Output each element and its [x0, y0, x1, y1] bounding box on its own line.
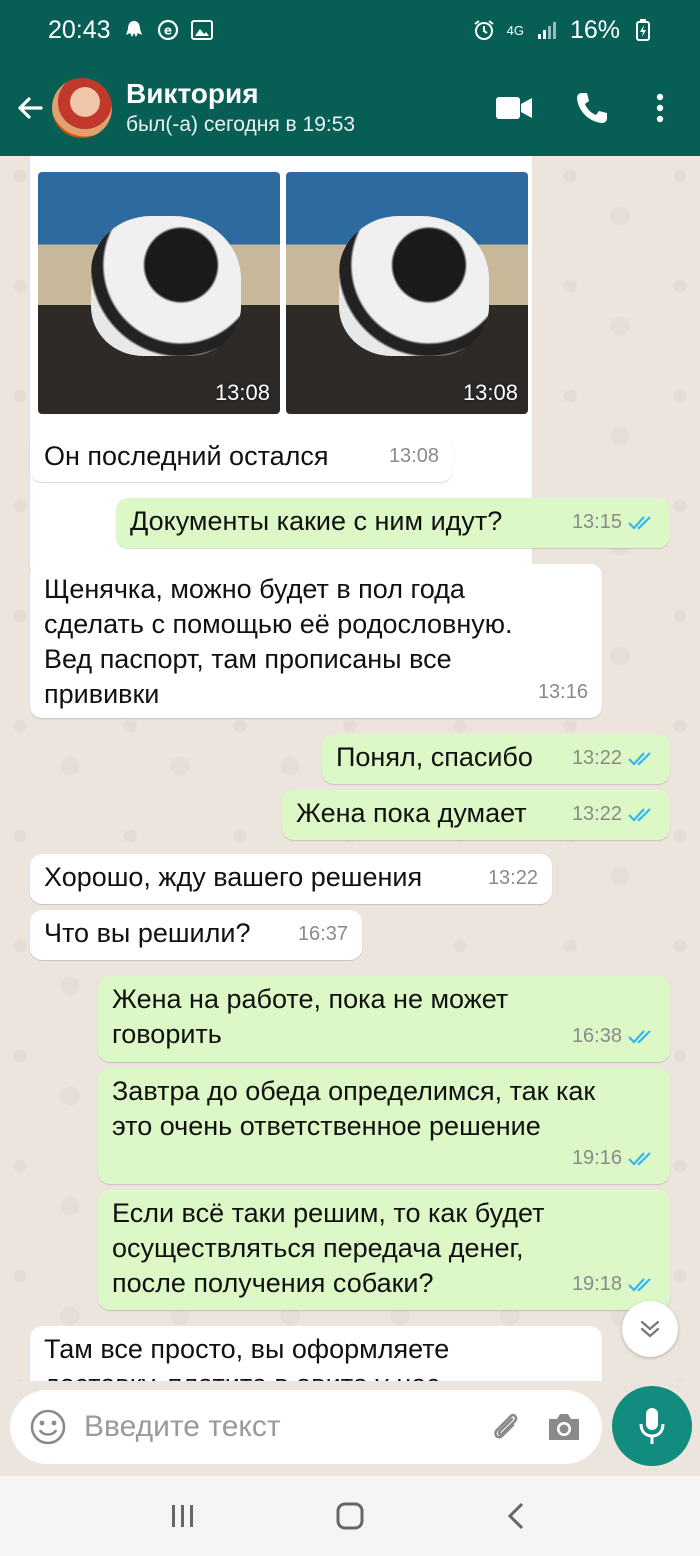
contact-name: Виктория	[126, 78, 259, 109]
message-text: Он последний остался	[44, 441, 329, 471]
double-check-icon	[628, 807, 656, 823]
scroll-to-bottom-button[interactable]	[622, 1301, 678, 1357]
message-meta: 13:16	[538, 675, 588, 710]
system-navigation-bar	[0, 1476, 700, 1556]
puppy-image	[339, 215, 490, 356]
microphone-icon	[639, 1408, 665, 1444]
chevron-left-icon	[507, 1502, 523, 1530]
avatar[interactable]	[52, 78, 112, 138]
message-time: 13:22	[571, 803, 622, 825]
message-time: 13:08	[388, 445, 439, 467]
home-button[interactable]	[320, 1486, 380, 1546]
battery-level: 16%	[569, 15, 620, 44]
message-composer	[10, 1390, 602, 1464]
more-options-button[interactable]	[650, 88, 670, 128]
network-type: 4G	[506, 22, 524, 38]
voice-message-button[interactable]	[612, 1386, 692, 1466]
message-time: 16:37	[297, 923, 348, 945]
photo-thumbnail[interactable]: 13:08	[286, 172, 528, 414]
attach-button[interactable]	[486, 1407, 526, 1447]
message-outgoing[interactable]: Документы какие с ним идут? 13:15	[116, 498, 670, 548]
recent-apps-button[interactable]	[153, 1486, 213, 1546]
contact-info[interactable]: Виктория был(-а) сегодня в 19:53	[126, 77, 494, 139]
status-bar: 20:43 e 4G 16%	[0, 0, 700, 60]
message-time: 13:22	[571, 747, 622, 769]
message-text: Что вы решили?	[44, 918, 251, 948]
message-meta: 16:38	[572, 1019, 656, 1054]
message-time: 19:16	[571, 1147, 622, 1169]
signal-icon	[536, 19, 558, 41]
message-incoming[interactable]: Что вы решили? 16:37	[30, 910, 362, 960]
message-incoming[interactable]: Хорошо, жду вашего решения 13:22	[30, 854, 552, 904]
message-incoming[interactable]: Там все просто, вы оформляете доставку, …	[30, 1326, 602, 1381]
back-nav-button[interactable]	[487, 1486, 547, 1546]
message-outgoing[interactable]: Жена на работе, пока не может говорить 1…	[98, 976, 670, 1062]
e-notification-icon: e	[157, 19, 179, 41]
message-time: 16:38	[571, 1025, 622, 1047]
message-text: Завтра до обеда определимся, так как это…	[112, 1076, 596, 1141]
back-button[interactable]	[8, 86, 52, 130]
dots-vertical-icon	[656, 93, 664, 123]
message-input[interactable]	[84, 1410, 486, 1444]
message-outgoing[interactable]: Если всё таки решим, то как будет осущес…	[98, 1190, 670, 1310]
paperclip-icon	[494, 1413, 518, 1439]
last-seen-status: был(-а) сегодня в 19:53	[126, 113, 356, 136]
photo-time: 13:08	[462, 380, 518, 405]
voice-call-button[interactable]	[572, 88, 612, 128]
message-time: 13:16	[537, 681, 588, 703]
message-text: Щенячка, можно будет в пол года сделать …	[44, 574, 513, 709]
message-incoming[interactable]: Щенячка, можно будет в пол года сделать …	[30, 564, 602, 718]
message-meta: 13:15	[572, 505, 656, 540]
double-check-icon	[628, 1277, 656, 1293]
emoji-button[interactable]	[28, 1407, 68, 1447]
battery-charging-icon	[632, 19, 654, 41]
image-notification-icon	[190, 19, 213, 41]
message-outgoing[interactable]: Понял, спасибо 13:22	[322, 734, 670, 784]
double-chevron-down-icon	[640, 1320, 660, 1338]
message-meta: 13:22	[488, 861, 538, 896]
message-meta: 13:08	[389, 439, 439, 474]
svg-text:e: e	[163, 24, 171, 38]
message-incoming[interactable]: Он последний остался 13:08	[30, 432, 453, 482]
message-meta: 13:22	[572, 741, 656, 776]
message-text: Документы какие с ним идут?	[130, 506, 503, 536]
photo-time: 13:08	[214, 380, 270, 405]
status-time: 20:43	[48, 15, 111, 44]
message-time: 13:15	[571, 511, 622, 533]
photo-thumbnail[interactable]: 13:08	[38, 172, 280, 414]
smiley-icon	[30, 1409, 66, 1445]
alarm-icon	[473, 19, 495, 41]
recent-apps-icon	[172, 1505, 194, 1527]
message-outgoing[interactable]: Жена пока думает 13:22	[282, 790, 670, 840]
message-meta: 19:16	[572, 1141, 656, 1176]
message-meta: 16:37	[298, 917, 348, 952]
camera-icon	[549, 1414, 579, 1440]
ghost-notification-icon	[123, 19, 145, 41]
puppy-image	[91, 215, 242, 356]
message-outgoing[interactable]: Завтра до обеда определимся, так как это…	[98, 1068, 670, 1184]
message-time: 13:22	[487, 867, 538, 889]
chat-header: Виктория был(-а) сегодня в 19:53	[0, 60, 700, 156]
message-meta: 13:22	[572, 797, 656, 832]
message-meta: 19:18	[572, 1267, 656, 1302]
video-call-button[interactable]	[494, 88, 534, 128]
message-text: Понял, спасибо	[336, 742, 533, 772]
double-check-icon	[628, 1029, 656, 1045]
double-check-icon	[628, 751, 656, 767]
message-text: Там все просто, вы оформляете доставку, …	[44, 1334, 450, 1381]
message-text: Жена пока думает	[296, 798, 527, 828]
home-icon	[336, 1502, 364, 1530]
double-check-icon	[628, 515, 656, 531]
message-text: Если всё таки решим, то как будет осущес…	[112, 1198, 545, 1298]
arrow-left-icon	[18, 97, 43, 119]
message-text: Жена на работе, пока не может говорить	[112, 984, 509, 1049]
message-text: Хорошо, жду вашего решения	[44, 862, 423, 892]
phone-icon	[577, 93, 607, 123]
message-time: 19:18	[571, 1273, 622, 1295]
double-check-icon	[628, 1151, 656, 1167]
video-camera-icon	[496, 97, 532, 119]
chat-messages[interactable]: 13:08 13:08 Он последний остался 13:08 Д…	[0, 156, 700, 1381]
camera-button[interactable]	[544, 1407, 584, 1447]
